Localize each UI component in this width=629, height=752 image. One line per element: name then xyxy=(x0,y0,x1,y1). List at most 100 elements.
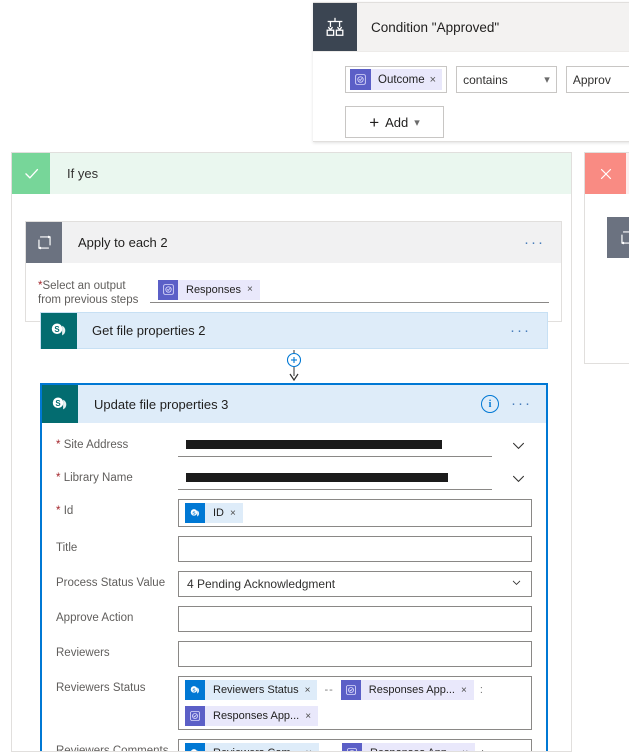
condition-operator-select[interactable]: contains ▾ xyxy=(456,66,557,93)
info-icon: i xyxy=(481,395,499,413)
select-output-row: *Select an output from previous steps Re… xyxy=(38,277,549,307)
token-outcome[interactable]: Outcome × xyxy=(350,69,443,90)
branch-if-yes-header: If yes xyxy=(12,153,571,194)
field-control xyxy=(178,432,533,458)
condition-card-header[interactable]: Condition "Approved" xyxy=(313,3,629,52)
get-file-properties-card[interactable]: S Get file properties 2 ··· xyxy=(40,312,548,349)
field-input-site-address[interactable] xyxy=(178,433,492,457)
apply-to-each-more-button[interactable]: ··· xyxy=(524,235,561,250)
insert-step-connector[interactable] xyxy=(286,350,302,383)
update-file-properties-more-button[interactable]: ··· xyxy=(511,396,546,411)
sharepoint-icon: S xyxy=(185,680,205,700)
field-label: Approve Action xyxy=(56,612,134,624)
update-file-properties-form: * Site Address * Library Name * Id S ID × Titl… xyxy=(42,423,546,751)
close-icon[interactable]: × xyxy=(430,74,442,86)
close-icon[interactable]: × xyxy=(247,284,260,295)
apply-to-each-card[interactable]: Apply to each 2 ··· *Select an output fr… xyxy=(25,221,562,322)
field-input-reviewers-status[interactable]: S Reviewers Status × -- Responses App... ×: Re… xyxy=(178,676,532,730)
field-control: 4 Pending Acknowledgment xyxy=(178,571,532,597)
token-chip[interactable]: SReviewers Com...× xyxy=(185,743,319,751)
info-button[interactable]: i xyxy=(481,395,499,413)
condition-card[interactable]: Condition "Approved" Outcome × contains … xyxy=(313,2,629,142)
close-icon xyxy=(585,153,626,194)
form-row: Reviewers Status S Reviewers Status × -- Resp… xyxy=(56,676,532,730)
field-label: * Library Name xyxy=(56,472,133,484)
field-control xyxy=(178,641,532,667)
select-output-input[interactable]: Responses × xyxy=(150,277,549,303)
token-line: S ID × xyxy=(185,503,525,523)
form-row: Title xyxy=(56,536,532,562)
condition-operator-value: contains xyxy=(463,72,508,87)
token-trailing-text: : xyxy=(479,684,483,696)
token-chip[interactable]: S Reviewers Status × xyxy=(185,680,318,700)
get-file-properties-more-button[interactable]: ··· xyxy=(510,323,547,338)
sharepoint-icon: S xyxy=(42,385,78,423)
field-input-reviewers-comments[interactable]: SReviewers Com...×--Responses App...×:Re… xyxy=(178,739,532,751)
add-button-label: Add xyxy=(385,114,409,130)
token-label: Responses xyxy=(186,283,242,296)
required-marker: * xyxy=(56,472,61,484)
add-condition-button[interactable]: + Add ▾ xyxy=(345,106,444,138)
redacted-value xyxy=(186,440,442,449)
approvals-icon xyxy=(341,743,362,751)
approvals-icon xyxy=(185,706,205,726)
chevron-down-icon[interactable]: ▾ xyxy=(414,116,420,129)
approvals-icon xyxy=(340,680,361,700)
field-input-title[interactable] xyxy=(178,536,532,562)
close-icon[interactable]: × xyxy=(306,748,319,752)
close-icon[interactable]: × xyxy=(305,685,318,696)
field-input-approve-action[interactable] xyxy=(178,606,532,632)
chevron-down-icon[interactable]: ▾ xyxy=(544,73,550,86)
field-label: Reviewers Status xyxy=(56,682,146,694)
token-line: SReviewers Com...×--Responses App...×: xyxy=(185,743,525,751)
close-icon[interactable]: × xyxy=(305,711,318,722)
update-file-properties-card[interactable]: S Update file properties 3 i ··· * Site … xyxy=(40,383,548,751)
form-row: Approve Action xyxy=(56,606,532,632)
loop-icon xyxy=(26,222,62,263)
field-input-reviewers[interactable] xyxy=(178,641,532,667)
token-chip[interactable]: Responses App...× xyxy=(341,743,476,752)
field-input-library-name[interactable] xyxy=(178,466,492,490)
token-line: Responses App... × xyxy=(185,706,525,726)
token-chip[interactable]: Responses App... × xyxy=(185,706,319,726)
token-label: Reviewers Status xyxy=(213,684,299,696)
approvals-icon xyxy=(158,279,178,300)
form-row: Reviewers xyxy=(56,641,532,667)
field-control: S ID × xyxy=(178,499,532,527)
token-chip[interactable]: S ID × xyxy=(185,503,243,523)
branch-if-no[interactable] xyxy=(584,152,629,364)
check-icon xyxy=(12,153,50,194)
field-label: Reviewers Comments xyxy=(56,745,169,751)
token-chip[interactable]: Responses App...× xyxy=(340,680,474,700)
condition-branch-icon xyxy=(313,3,357,51)
field-input-id[interactable]: S ID × xyxy=(178,499,532,527)
update-file-properties-header[interactable]: S Update file properties 3 i ··· xyxy=(42,385,546,423)
apply-to-each-header[interactable]: Apply to each 2 ··· xyxy=(26,222,561,263)
token-label: Responses App... xyxy=(362,747,462,751)
token-responses[interactable]: Responses × xyxy=(158,279,260,300)
condition-value-text: Approv xyxy=(572,72,611,87)
token-line: S Reviewers Status × -- Responses App... ×: xyxy=(185,680,525,700)
token-label: Responses App... xyxy=(213,710,300,722)
chevron-down-icon[interactable] xyxy=(503,465,533,491)
field-control xyxy=(178,606,532,632)
close-icon[interactable]: × xyxy=(461,685,474,696)
redacted-value xyxy=(186,473,448,482)
field-label: Process Status Value xyxy=(56,577,166,589)
condition-operand-field[interactable]: Outcome × xyxy=(345,66,448,93)
close-icon[interactable]: × xyxy=(230,508,243,519)
form-row: * Site Address xyxy=(56,432,533,458)
sharepoint-icon: S xyxy=(185,743,205,751)
field-input-process-status-value[interactable]: 4 Pending Acknowledgment xyxy=(178,571,532,597)
chevron-down-icon[interactable] xyxy=(503,432,533,458)
token-separator: -- xyxy=(324,684,334,696)
chevron-down-icon[interactable] xyxy=(510,576,523,592)
branch-if-no-header xyxy=(585,153,629,194)
close-icon[interactable]: × xyxy=(462,748,475,752)
field-control xyxy=(178,536,532,562)
sharepoint-icon: S xyxy=(185,503,205,523)
condition-value-field[interactable]: Approv xyxy=(565,66,629,93)
form-row: * Id S ID × xyxy=(56,499,532,527)
condition-body: Outcome × contains ▾ Approv + Add ▾ xyxy=(313,52,629,138)
select-output-label-line1: Select an output xyxy=(42,280,126,292)
